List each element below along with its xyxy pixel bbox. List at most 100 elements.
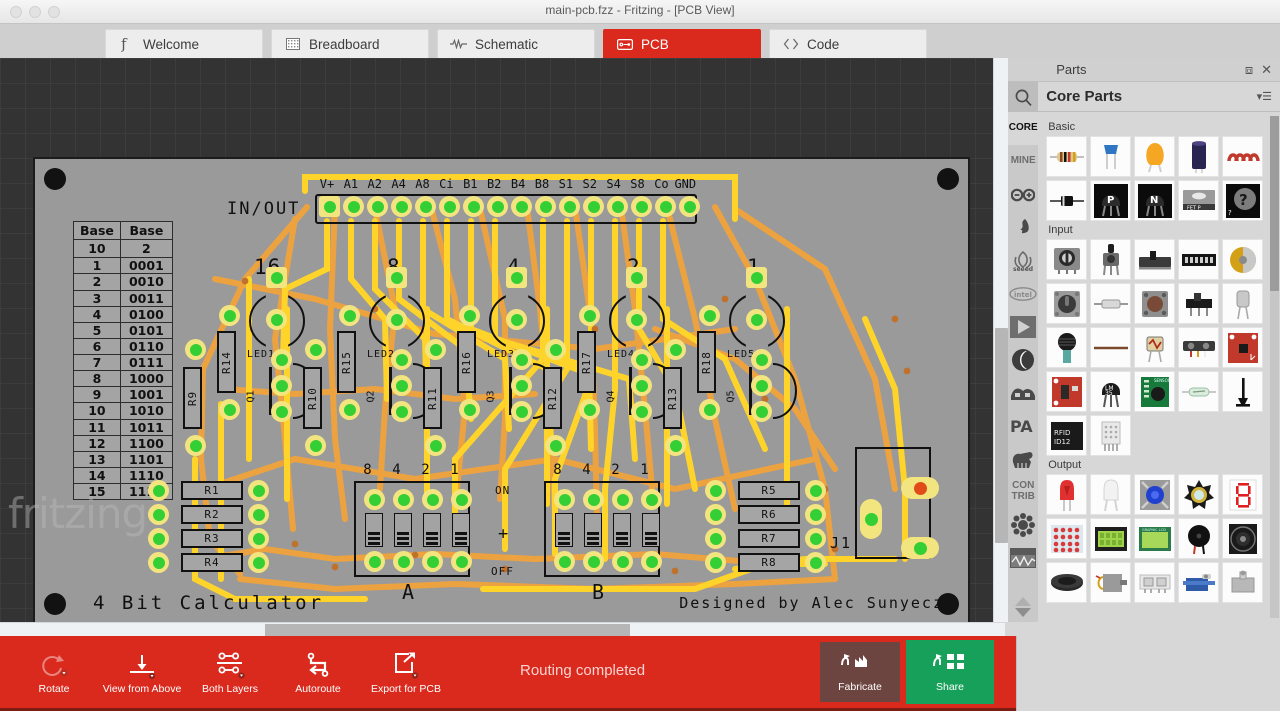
rotary-switch-icon[interactable]	[1046, 283, 1088, 324]
pnp-transistor-icon[interactable]: P	[1090, 180, 1132, 221]
parts-bin-arduino-infinity-icon[interactable]	[1008, 178, 1038, 211]
rotary-encoder-icon[interactable]	[1222, 239, 1264, 280]
dip-pad[interactable]	[422, 551, 443, 572]
component-pad[interactable]	[339, 399, 360, 420]
round-speaker-icon[interactable]	[1046, 562, 1088, 603]
component-pad[interactable]	[459, 399, 480, 420]
lcd-character-icon[interactable]	[1090, 518, 1132, 559]
connector-pad[interactable]	[319, 196, 340, 217]
component-pad[interactable]	[391, 401, 412, 422]
parts-scroll-area[interactable]: Basic P N FET P?? Input LM 35 SENSOR RFID ID12 Out…	[1038, 112, 1280, 622]
scrollbar-thumb[interactable]	[995, 328, 1009, 543]
component-pad[interactable]	[248, 552, 269, 573]
connector-pad[interactable]	[487, 196, 508, 217]
connector-pad[interactable]	[367, 196, 388, 217]
coil-inductor-icon[interactable]	[1222, 136, 1264, 177]
connector-pad[interactable]	[535, 196, 556, 217]
lm35-temp-sensor-icon[interactable]: LM 35	[1090, 371, 1132, 412]
dip-pad[interactable]	[364, 489, 385, 510]
mosfet-icon[interactable]: FET P	[1178, 180, 1220, 221]
dip-pad[interactable]	[641, 489, 662, 510]
search-icon[interactable]	[1008, 82, 1039, 112]
component-pad[interactable]	[271, 349, 292, 370]
dc-motor-icon[interactable]	[1090, 562, 1132, 603]
connector-pad[interactable]	[631, 196, 652, 217]
parts-bin-play-triangle-icon[interactable]	[1008, 310, 1038, 343]
component-pad[interactable]	[185, 435, 206, 456]
resistor[interactable]: R3	[181, 529, 243, 548]
rfid-id12-icon[interactable]: RFID ID12	[1046, 415, 1088, 456]
resistor[interactable]: R15	[337, 331, 356, 393]
component-pad[interactable]	[248, 528, 269, 549]
undock-icon[interactable]: ⧈	[1245, 62, 1253, 78]
stepper-motor-icon[interactable]	[1222, 562, 1264, 603]
component-pad[interactable]	[459, 305, 480, 326]
resistor[interactable]: R18	[697, 331, 716, 393]
connector-pad[interactable]	[343, 196, 364, 217]
connector-pad[interactable]	[583, 196, 604, 217]
component-pad[interactable]	[705, 504, 726, 525]
dip-switch-lever[interactable]	[642, 513, 660, 547]
component-pad[interactable]	[751, 349, 772, 370]
component-pad[interactable]	[148, 480, 169, 501]
component-pad[interactable]	[148, 552, 169, 573]
component-pad[interactable]	[511, 375, 532, 396]
led-pad[interactable]	[386, 309, 407, 330]
dip-switch-lever[interactable]	[365, 513, 383, 547]
component-pad[interactable]	[631, 401, 652, 422]
dip-pad[interactable]	[393, 551, 414, 572]
parts-bin-sparkfun-flame-icon[interactable]	[1008, 211, 1038, 244]
parts-bin-core-text-icon[interactable]: CORE	[1008, 112, 1039, 145]
sparkfun-accelerometer-icon[interactable]	[1222, 327, 1264, 368]
component-pad[interactable]	[699, 305, 720, 326]
dip-switch-lever[interactable]	[452, 513, 470, 547]
connector-pad[interactable]	[439, 196, 460, 217]
dip-switch-lever[interactable]	[394, 513, 412, 547]
dip-pad[interactable]	[554, 489, 575, 510]
resistor[interactable]: R11	[423, 367, 442, 429]
tab-welcome[interactable]: ƒ Welcome	[105, 29, 263, 58]
component-pad[interactable]	[705, 552, 726, 573]
parts-bin-waveform-icon[interactable]	[1008, 541, 1038, 574]
resistor[interactable]: R9	[183, 367, 202, 429]
rotary-potentiometer-icon[interactable]	[1090, 239, 1132, 280]
component-pad[interactable]	[665, 435, 686, 456]
dip-pad[interactable]	[583, 551, 604, 572]
dip-switch-icon[interactable]	[1178, 239, 1220, 280]
component-pad[interactable]	[511, 349, 532, 370]
parts-scrollbar[interactable]	[1270, 116, 1279, 618]
resistor[interactable]: R6	[738, 505, 800, 524]
white-led-icon[interactable]	[1090, 474, 1132, 515]
force-sensor-icon[interactable]	[1046, 327, 1088, 368]
component-pad[interactable]	[545, 339, 566, 360]
dip-pad[interactable]	[583, 489, 604, 510]
graphic-lcd-icon[interactable]: GRAPHIC LCD	[1134, 518, 1176, 559]
servo-motor-icon[interactable]	[1178, 562, 1220, 603]
view-from-above-button[interactable]: View from Above	[98, 649, 186, 695]
connector-pad[interactable]	[559, 196, 580, 217]
antenna-icon[interactable]	[1222, 371, 1264, 412]
dht-humidity-sensor-icon[interactable]	[1090, 415, 1132, 456]
led-pad[interactable]	[506, 309, 527, 330]
dip-switch-lever[interactable]	[584, 513, 602, 547]
connector-pad[interactable]	[679, 196, 700, 217]
bin-scroll-arrows[interactable]	[1014, 596, 1032, 622]
dip-pad[interactable]	[612, 489, 633, 510]
connector-pad[interactable]	[511, 196, 532, 217]
dip-pad[interactable]	[641, 551, 662, 572]
component-pad[interactable]	[271, 375, 292, 396]
dip-pad[interactable]	[554, 551, 575, 572]
component-pad[interactable]	[751, 401, 772, 422]
led-pad[interactable]	[386, 267, 407, 288]
dip-switch-lever[interactable]	[423, 513, 441, 547]
resistor-icon[interactable]	[1046, 136, 1088, 177]
resistor[interactable]: R17	[577, 331, 596, 393]
ir-distance-sensor-icon[interactable]	[1178, 327, 1220, 368]
component-pad[interactable]	[219, 305, 240, 326]
slide-switch-icon[interactable]	[1178, 283, 1220, 324]
close-icon[interactable]: ✕	[1261, 62, 1272, 78]
resistor[interactable]: R13	[663, 367, 682, 429]
component-pad[interactable]	[751, 375, 772, 396]
tab-code[interactable]: Code	[769, 29, 927, 58]
connector-pad[interactable]	[463, 196, 484, 217]
